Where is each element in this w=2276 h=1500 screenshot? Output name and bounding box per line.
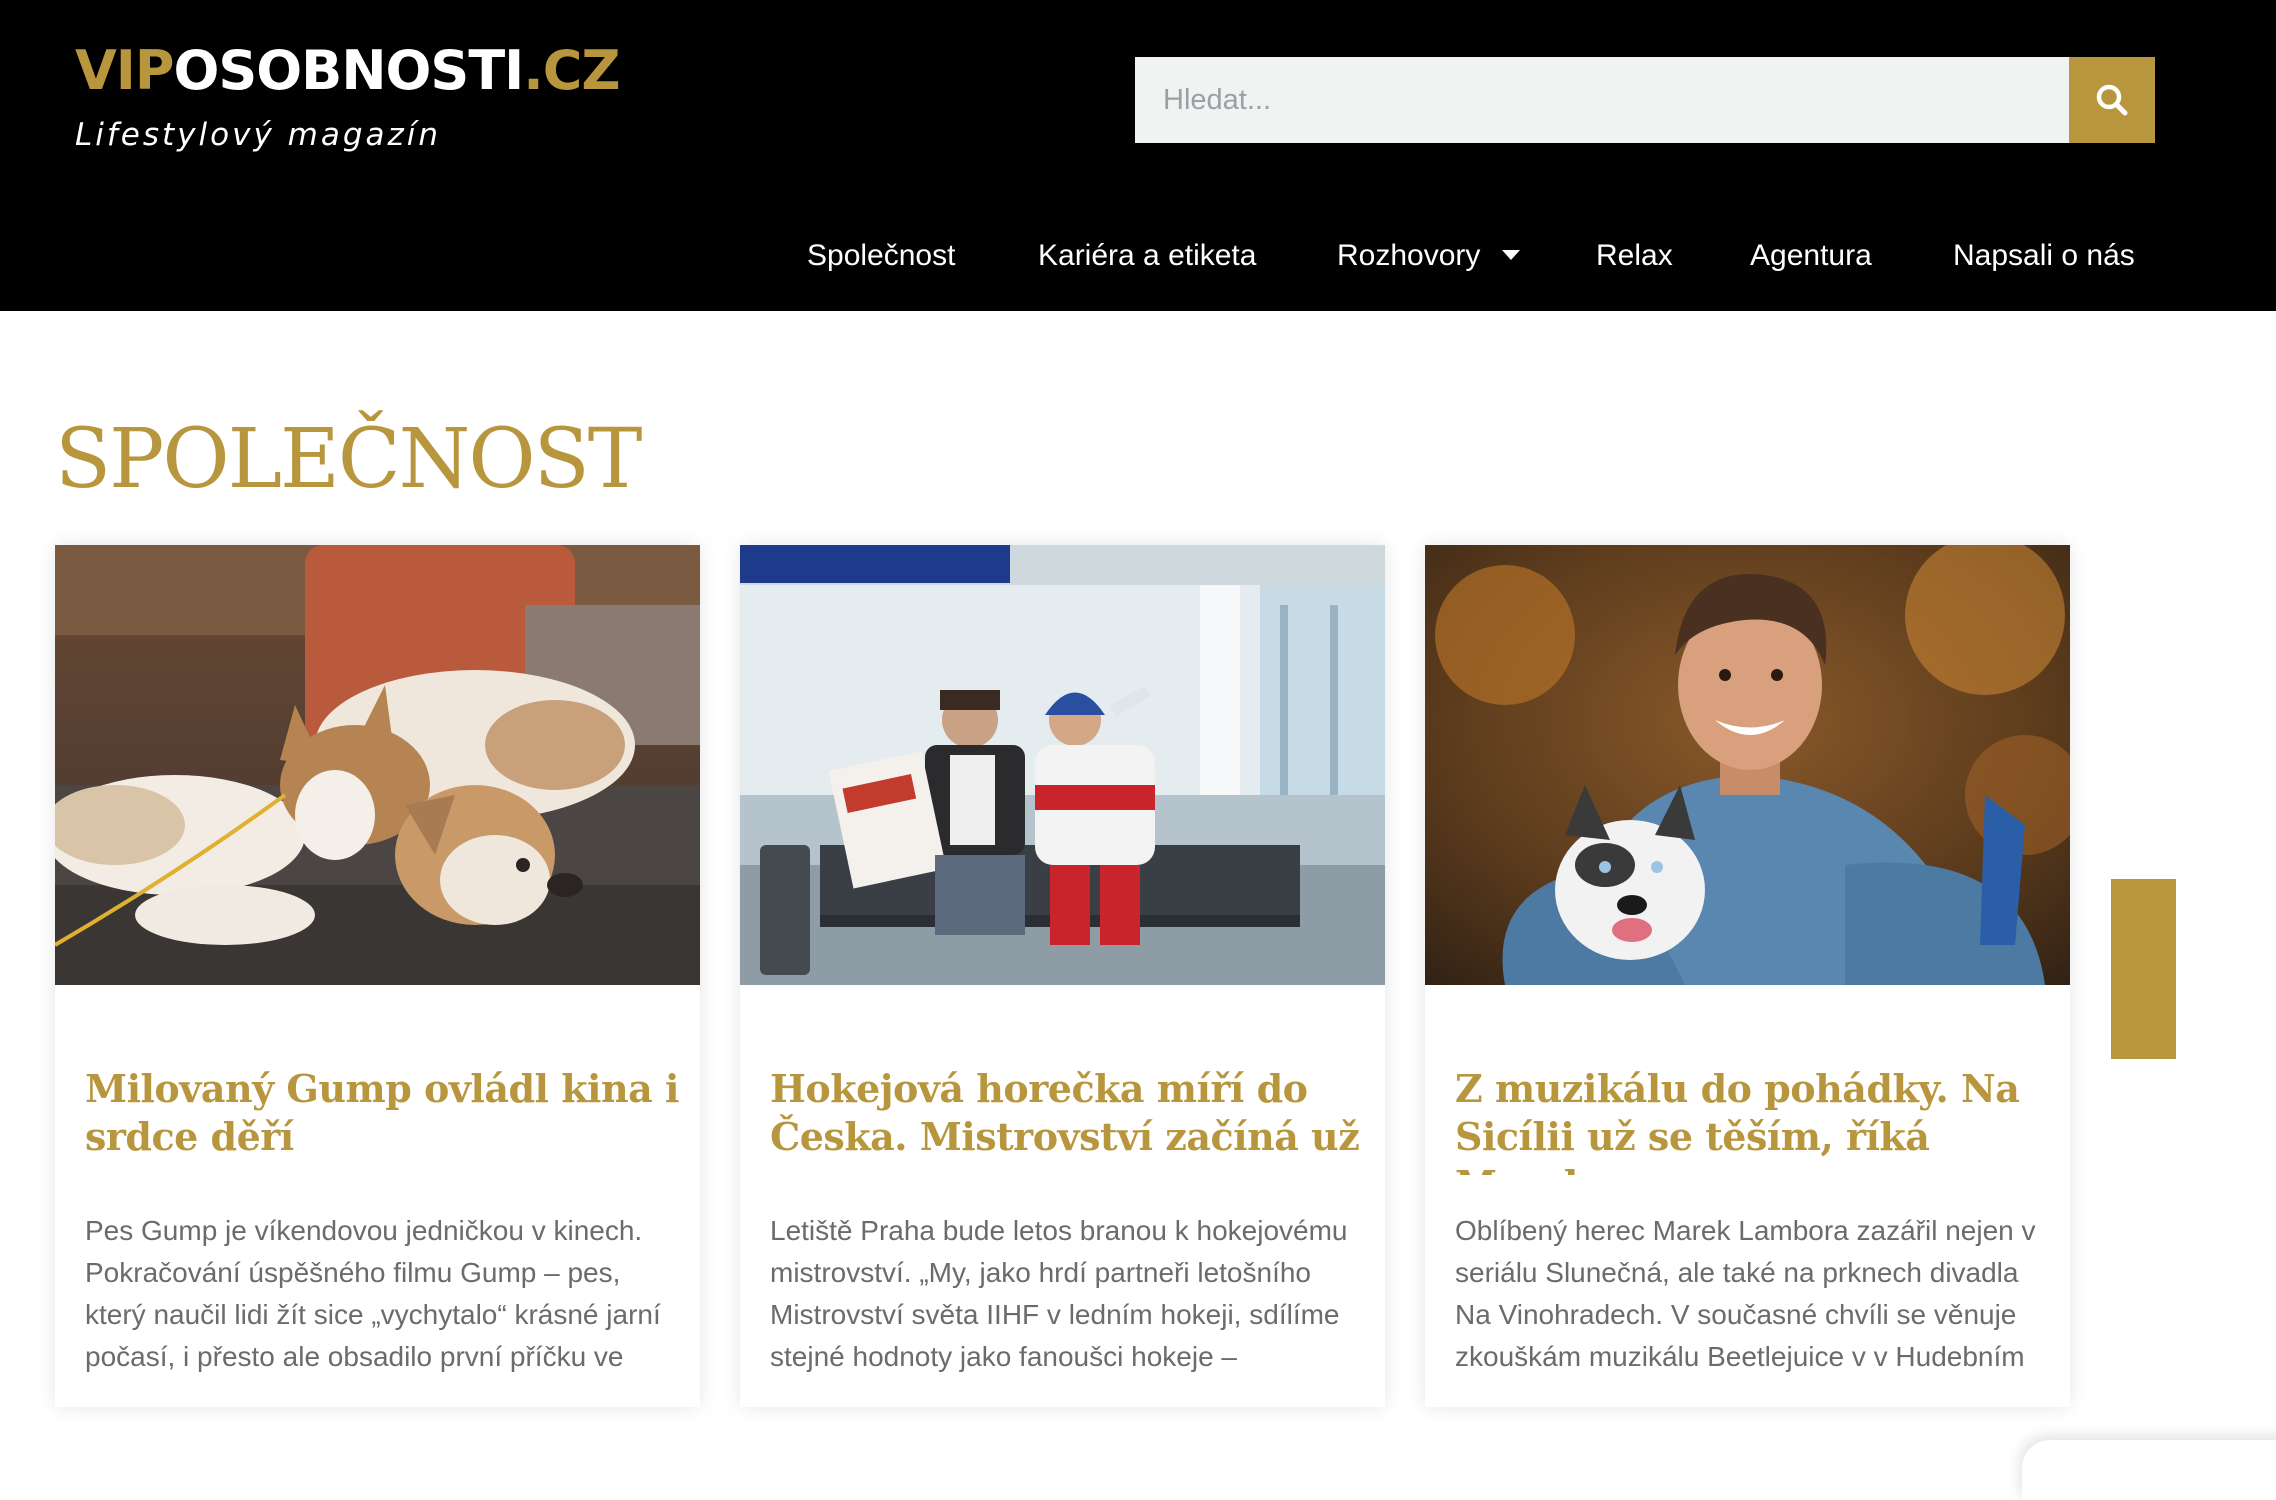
site-logo[interactable]: VIPOSOBNOSTI.CZ bbox=[75, 36, 621, 106]
article-title[interactable]: Z muzikálu do pohádky. Na Sicílii už se … bbox=[1455, 1065, 2050, 1175]
search-icon bbox=[2096, 84, 2128, 116]
logo-part-vip: VIP bbox=[75, 39, 174, 102]
search-input[interactable] bbox=[1135, 57, 2069, 143]
dogs-on-sofa-image bbox=[55, 545, 700, 985]
bottom-widget[interactable] bbox=[2022, 1440, 2276, 1500]
section-title: SPOLEČNOST bbox=[55, 412, 642, 507]
chevron-down-icon bbox=[1502, 250, 1521, 261]
search-button[interactable] bbox=[2069, 57, 2155, 143]
logo-part-domain: .CZ bbox=[523, 39, 620, 102]
article-excerpt: Oblíbený herec Marek Lambora zazářil nej… bbox=[1455, 1215, 2036, 1372]
nav-item-agentura[interactable]: Agentura bbox=[1750, 226, 1872, 286]
main-nav: Společnost Kariéra a etiketa Rozhovory R… bbox=[0, 226, 2276, 286]
site-header: VIPOSOBNOSTI.CZ Lifestylový magazín Spol… bbox=[0, 0, 2276, 311]
nav-item-kariera-a-etiketa[interactable]: Kariéra a etiketa bbox=[1038, 226, 1256, 286]
article-title[interactable]: Hokejová horečka míří do Česka. Mistrovs… bbox=[770, 1065, 1365, 1175]
nav-item-rozhovory-label: Rozhovory bbox=[1337, 239, 1481, 272]
article-card[interactable]: Hokejová horečka míří do Česka. Mistrovs… bbox=[740, 545, 1385, 1407]
article-excerpt: Pes Gump je víkendovou jedničkou v kinec… bbox=[85, 1215, 661, 1372]
nav-item-rozhovory[interactable]: Rozhovory bbox=[1337, 226, 1521, 286]
slider-next-button[interactable] bbox=[2111, 879, 2176, 1059]
article-image[interactable] bbox=[740, 545, 1385, 985]
article-card[interactable]: Milovaný Gump ovládl kina i srdce děří P… bbox=[55, 545, 700, 1407]
site-tagline: Lifestylový magazín bbox=[75, 117, 442, 153]
logo-part-osobnosti: OSOBNOSTI bbox=[173, 39, 524, 102]
article-title[interactable]: Milovaný Gump ovládl kina i srdce děří bbox=[85, 1065, 680, 1175]
search-form bbox=[1135, 57, 2155, 143]
nav-item-spolecnost[interactable]: Společnost bbox=[807, 226, 955, 286]
nav-item-relax[interactable]: Relax bbox=[1596, 226, 1673, 286]
airport-hockey-fans-image bbox=[740, 545, 1385, 985]
article-card[interactable]: Z muzikálu do pohádky. Na Sicílii už se … bbox=[1425, 545, 2070, 1407]
nav-item-napsali-o-nas[interactable]: Napsali o nás bbox=[1953, 226, 2135, 286]
man-with-husky-image bbox=[1425, 545, 2070, 985]
article-image[interactable] bbox=[1425, 545, 2070, 985]
article-excerpt: Letiště Praha bude letos branou k hokejo… bbox=[770, 1215, 1348, 1372]
article-image[interactable] bbox=[55, 545, 700, 985]
